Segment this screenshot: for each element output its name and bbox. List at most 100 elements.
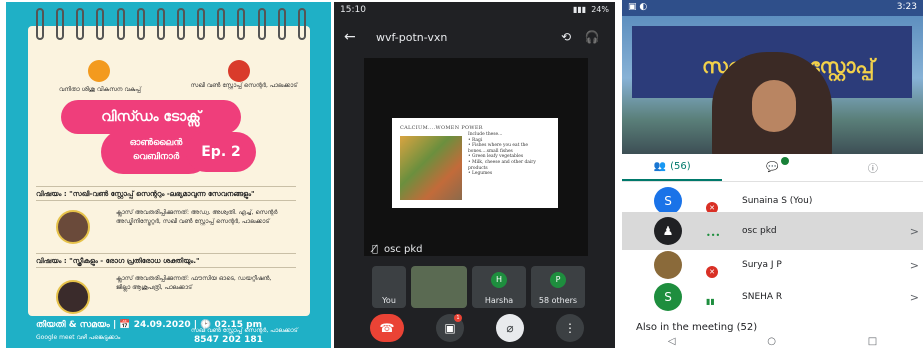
participant-tiles: You H Harsha P 58 others [372, 266, 612, 308]
topic-2: വിഷയം : "സ്ത്രീകളും - രോഗ പ്രതിരോധ ശക്തി… [36, 257, 200, 265]
meet-top-bar: ← wvf-potn-vxn ⟲ 🎧 [334, 24, 615, 50]
tile-label: Harsha [484, 296, 514, 305]
chevron-right-icon[interactable]: > [910, 291, 919, 304]
participant-row[interactable]: ♟ ••• osc pkd > [622, 212, 923, 250]
speaker-2-info: ക്ലാസ് അവതരിപ്പിക്കുന്നത്: ഫൗസിയ ഓടെ, ഡയ… [116, 275, 272, 291]
divider [36, 186, 296, 187]
org-left-text: വനിതാ ശിശു വികസന വകുപ്പ് [59, 86, 141, 93]
screenshot-collage: വനിതാ ശിശു വികസന വകുപ്പ് സഖി വൺ സ്റ്റോപ്… [0, 0, 923, 350]
notification-icons: ▣ ◐ [628, 2, 648, 12]
topic-1: വിഷയം : "സഖി-വൺ സ്റ്റോപ്പ് സെന്ററും -ലഭ്… [36, 190, 255, 198]
slide-list: Include these... • Ragi • Fishes where y… [468, 132, 550, 177]
tab-info[interactable]: ⓘ [823, 154, 923, 181]
slide-list-item: • Fishes where you eat the bones....smal… [468, 143, 528, 154]
shared-slide: CALCIUM....WOMEN POWER Include these... … [392, 118, 558, 208]
footer-right: സഖി വൺ സ്റ്റോപ്പ് സെന്റർ, പാലക്കാട് [191, 327, 298, 334]
audio-output-icon[interactable]: 🎧 [579, 30, 605, 44]
org-right-text: സഖി വൺ സ്റ്റോപ്പ് സെന്റർ, പാലക്കാട് [190, 82, 298, 89]
nav-home-icon[interactable]: ○ [767, 336, 776, 350]
slide-food-image [400, 136, 462, 200]
participant-tile-harsha[interactable]: H Harsha [472, 266, 526, 308]
participant-tile-others[interactable]: P 58 others [531, 266, 585, 308]
contact-phone: 8547 202 181 [194, 335, 263, 345]
speaker-face [752, 80, 796, 132]
mic-toggle-button[interactable]: ⌀ [496, 314, 524, 342]
ring [237, 8, 246, 40]
ring [56, 8, 65, 40]
tab-people[interactable]: 👥 (56) [622, 154, 723, 181]
people-icon: 👥 [653, 161, 667, 172]
divider [36, 200, 296, 201]
back-arrow-icon[interactable]: ← [344, 29, 364, 45]
battery-text: 24% [591, 5, 609, 14]
avatar: ♟ [654, 217, 682, 245]
end-call-button[interactable]: ☎ [370, 314, 404, 342]
participant-row[interactable]: S ▮▮ SNEHA R > [622, 278, 923, 316]
call-controls: ☎ ▣ 1 ⌀ ⋮ [370, 314, 584, 342]
avatar: H [491, 272, 507, 288]
avatar [654, 251, 682, 279]
presenter-label: 🎙̸ osc pkd [372, 244, 423, 255]
android-nav-bar: ◁ ○ □ [622, 336, 923, 350]
status-icons: ▮▮▮ 24% [573, 5, 609, 17]
ring [197, 8, 206, 40]
speaker-video: സഖി വൺ സ്റ്റോപ്പ് [622, 16, 923, 154]
slide-list-item: • Legumes [468, 171, 493, 177]
presenter-name: osc pkd [384, 244, 423, 255]
chat-icon: 💬 [766, 162, 779, 173]
phone-hangup-icon: ☎ [379, 321, 395, 335]
slide-title: CALCIUM....WOMEN POWER [400, 125, 483, 131]
more-options-button[interactable]: ⋮ [556, 314, 584, 342]
ring [156, 8, 165, 40]
tile-label: You [382, 296, 396, 305]
ring [176, 8, 185, 40]
participant-name: SNEHA R [742, 292, 783, 302]
avatar: S [654, 187, 682, 215]
switch-camera-icon[interactable]: ⟲ [553, 30, 579, 44]
mic-off-icon: ⌀ [506, 321, 514, 335]
divider [36, 253, 296, 254]
participant-tile-you[interactable]: You [372, 266, 406, 308]
webinar-poster: വനിതാ ശിശു വികസന വകുപ്പ് സഖി വൺ സ്റ്റോപ്… [6, 2, 331, 348]
speaker-1-photo [56, 210, 90, 244]
presentation-area: CALCIUM....WOMEN POWER Include these... … [364, 58, 588, 256]
department-logo [88, 60, 110, 82]
tab-chat[interactable]: 💬 [722, 154, 822, 181]
meeting-code[interactable]: wvf-potn-vxn [364, 31, 553, 44]
nav-recents-icon[interactable]: □ [868, 336, 877, 350]
info-icon: ⓘ [867, 164, 878, 175]
status-time: 15:10 [340, 5, 366, 15]
mic-off-icon: ✕ [706, 266, 718, 278]
camera-toggle-button[interactable]: ▣ 1 [436, 314, 464, 342]
participant-name: Surya J P [742, 260, 782, 270]
speaker-2-photo [56, 280, 90, 314]
tile-label: 58 others [538, 296, 578, 305]
footer-left: Google meet വഴി പങ്കെടുക്കാം [36, 334, 121, 341]
ring [76, 8, 85, 40]
participant-name: Sunaina S (You) [742, 196, 813, 206]
nav-back-icon[interactable]: ◁ [668, 336, 676, 350]
status-time: 3:23 [896, 2, 917, 12]
ring [297, 8, 306, 40]
chevron-right-icon[interactable]: > [910, 259, 919, 272]
meet-participants-screen: ▣ ◐ 3:23 സഖി വൺ സ്റ്റോപ്പ് 👥 (56) 💬 ⓘ [622, 0, 923, 350]
panel-tabs: 👥 (56) 💬 ⓘ [622, 154, 923, 182]
ring [277, 8, 286, 40]
chevron-right-icon[interactable]: > [910, 225, 919, 238]
also-in-meeting: Also in the meeting (52) [636, 322, 758, 333]
avatar: S [654, 283, 682, 311]
notebook-rings [36, 8, 306, 42]
ring [217, 8, 226, 40]
ring [96, 8, 105, 40]
ring [116, 8, 125, 40]
speaking-indicator-icon: ▮▮ [706, 297, 715, 306]
notification-badge: 1 [454, 314, 462, 322]
participant-name: osc pkd [742, 226, 777, 236]
participant-tile-video[interactable] [411, 266, 467, 308]
people-count: (56) [670, 161, 691, 172]
mic-off-icon: 🎙̸ [372, 244, 379, 255]
episode-badge: Ep. 2 [186, 132, 256, 172]
divider [36, 267, 296, 268]
avatar: P [550, 272, 566, 288]
chat-badge [780, 157, 789, 165]
